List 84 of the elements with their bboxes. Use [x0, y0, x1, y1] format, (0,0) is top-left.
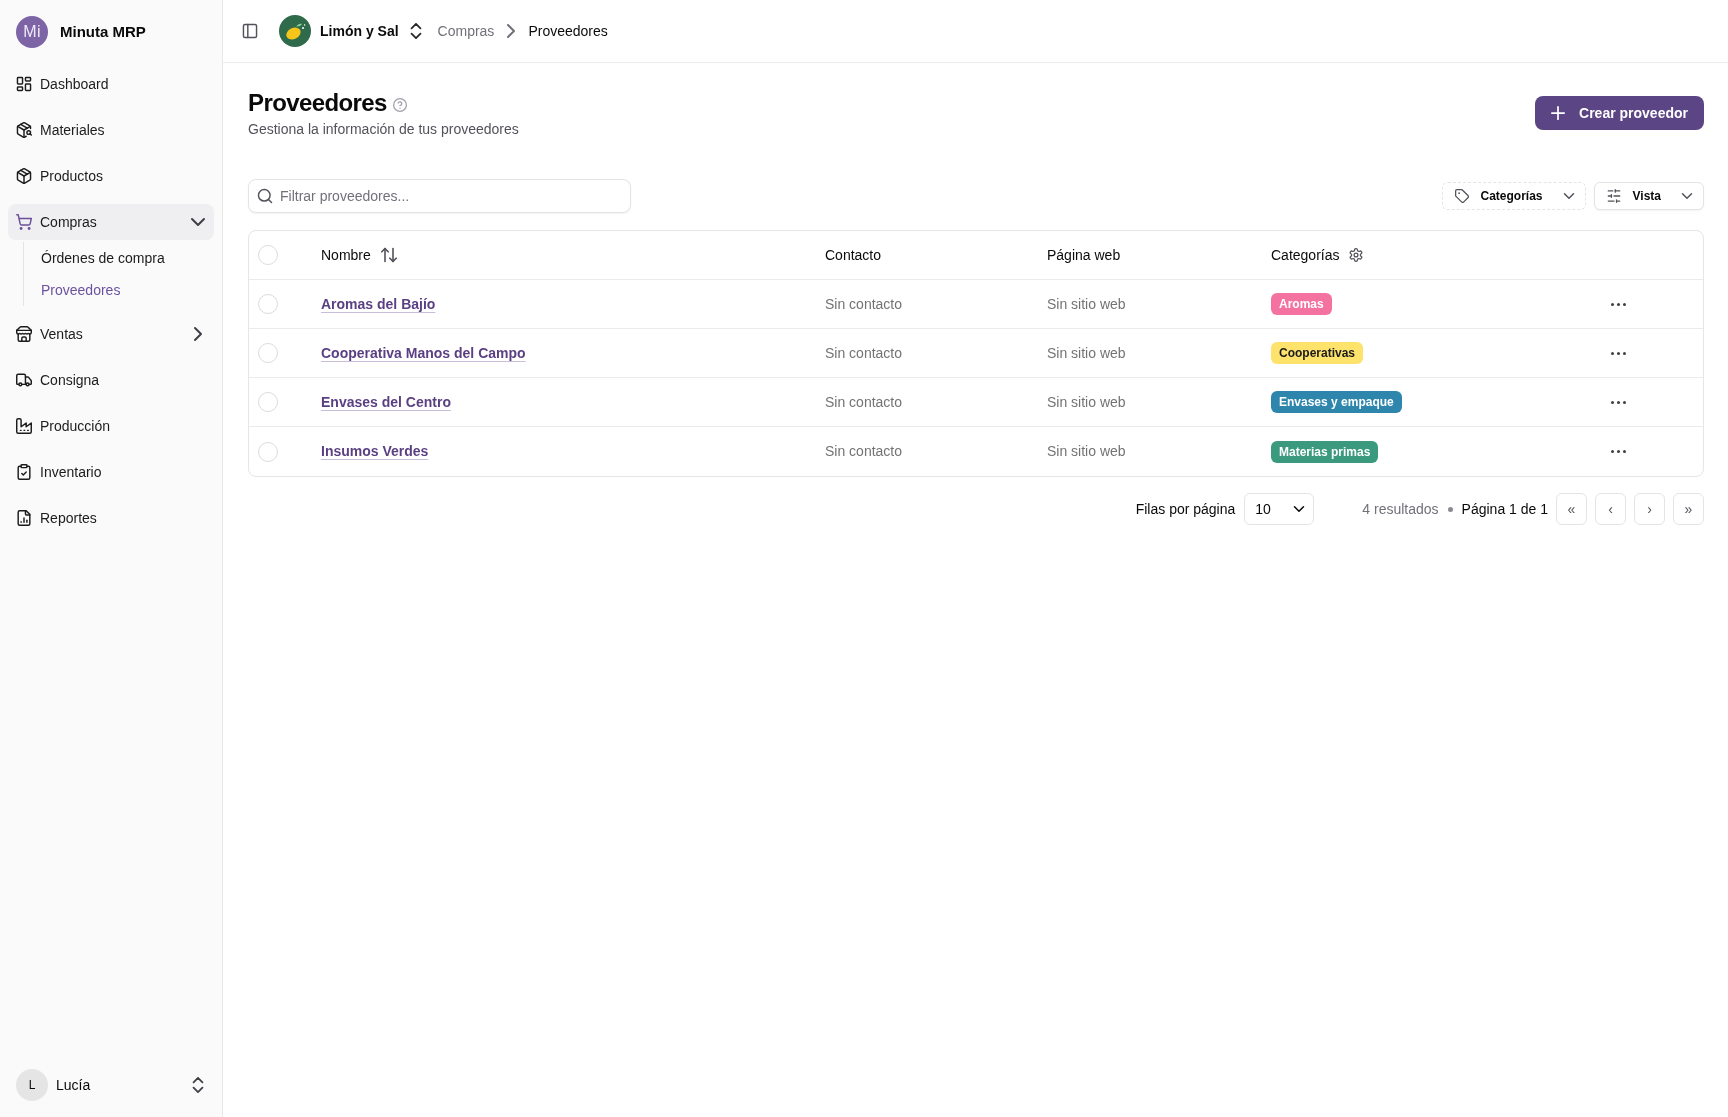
row-checkbox[interactable]: [258, 294, 278, 314]
chevron-down-icon: [1681, 190, 1693, 202]
category-tag: Aromas: [1271, 293, 1332, 315]
row-checkbox[interactable]: [258, 343, 278, 363]
settings-icon[interactable]: [1349, 248, 1364, 262]
create-button[interactable]: Crear proveedor: [1535, 96, 1704, 130]
nav-item[interactable]: Ventas: [8, 316, 214, 352]
nav-item[interactable]: Dashboard: [8, 66, 214, 102]
column-header: Categorías: [1271, 245, 1340, 265]
pagination-button[interactable]: ‹: [1595, 493, 1626, 525]
chevron-down-icon: [1562, 190, 1575, 202]
ellipsis-icon[interactable]: [1611, 351, 1626, 355]
row-checkbox[interactable]: [258, 441, 278, 462]
organization-switcher[interactable]: Limón y Sal: [279, 15, 424, 47]
clipboard-check-icon: [16, 464, 32, 480]
nav-item[interactable]: Consigna: [8, 362, 214, 398]
search-field[interactable]: Filtrar proveedores...: [248, 179, 631, 213]
supplier-link[interactable]: Aromas del Bajío: [321, 293, 436, 315]
page-indicator: Página 1 de 1: [1461, 499, 1548, 519]
chevrons-up-down-icon: [190, 1077, 206, 1093]
sliders-icon: [1606, 189, 1621, 203]
column-header: Contacto: [825, 245, 882, 265]
store-icon: [16, 326, 32, 342]
column-header: Nombre: [321, 245, 371, 265]
nav-item[interactable]: Inventario: [8, 454, 214, 490]
ellipsis-icon[interactable]: [1611, 450, 1626, 453]
table-cell-text: Sin sitio web: [1047, 392, 1126, 412]
table-cell-text: Sin contacto: [825, 343, 903, 363]
pagination-button[interactable]: »: [1673, 493, 1704, 525]
results-count: 4 resultados: [1362, 499, 1439, 519]
table-cell-text: Sin sitio web: [1047, 294, 1126, 314]
category-filter-button[interactable]: Categorías: [1441, 182, 1586, 210]
nav-item[interactable]: Producción: [8, 408, 214, 444]
factory-icon: [16, 418, 32, 434]
truck-icon: [16, 372, 32, 388]
nav-item[interactable]: Compras: [8, 204, 214, 240]
user-menu[interactable]: L Lucía: [8, 1065, 214, 1105]
rows-per-page-label: Filas por página: [1135, 499, 1236, 519]
ellipsis-icon[interactable]: [1611, 400, 1626, 404]
rows-per-page-select[interactable]: 10: [1244, 493, 1315, 525]
category-tag: Cooperativas: [1271, 342, 1364, 364]
user-avatar: L: [16, 1069, 48, 1101]
pagination-button[interactable]: «: [1556, 493, 1587, 525]
table-cell-text: Sin sitio web: [1047, 343, 1126, 363]
brand-name: Minuta MRP: [60, 21, 146, 42]
table-cell-text: Sin contacto: [825, 294, 903, 314]
chevron-right-icon: [506, 24, 517, 38]
select-all-checkbox[interactable]: [258, 245, 278, 265]
grid-icon: [16, 76, 32, 92]
box-search-icon: [16, 122, 32, 138]
breadcrumb-current: Proveedores: [528, 21, 608, 41]
view-options-button[interactable]: Vista: [1593, 182, 1704, 210]
breadcrumb-link[interactable]: Compras: [437, 20, 495, 42]
tag-icon: [1454, 189, 1469, 203]
pagination-button[interactable]: ›: [1634, 493, 1665, 525]
page-title: Proveedores: [248, 88, 387, 118]
nav-item[interactable]: Reportes: [8, 500, 214, 536]
supplier-link[interactable]: Cooperativa Manos del Campo: [321, 342, 526, 364]
plus-icon: [1551, 106, 1566, 120]
cart-icon: [16, 214, 32, 230]
category-tag: Envases y empaque: [1271, 391, 1402, 413]
table-cell-text: Sin contacto: [825, 392, 903, 412]
sort-arrows-icon[interactable]: [380, 247, 397, 263]
table-cell-text: Sin sitio web: [1047, 442, 1126, 461]
ellipsis-icon[interactable]: [1611, 302, 1626, 306]
nav-subitem[interactable]: Proveedores: [41, 274, 214, 306]
file-chart-icon: [16, 510, 32, 526]
nav-item[interactable]: Materiales: [8, 112, 214, 148]
help-icon[interactable]: [392, 98, 407, 112]
nav-item[interactable]: Productos: [8, 158, 214, 194]
chevron-down-icon: [1293, 503, 1306, 515]
category-tag: Materias primas: [1271, 440, 1379, 463]
table-cell-text: Sin contacto: [825, 442, 903, 461]
search-icon: [257, 188, 273, 204]
brand-logo: Mi: [16, 16, 48, 48]
sidebar-toggle-icon[interactable]: [242, 23, 258, 39]
lemon-logo-icon: [279, 15, 311, 47]
page-subtitle: Gestiona la información de tus proveedores: [248, 120, 519, 139]
box-icon: [16, 168, 32, 184]
supplier-link[interactable]: Envases del Centro: [321, 391, 451, 413]
supplier-link[interactable]: Insumos Verdes: [321, 441, 429, 462]
nav-subitem[interactable]: Órdenes de compra: [41, 242, 214, 274]
column-header: Página web: [1047, 245, 1121, 265]
row-checkbox[interactable]: [258, 392, 278, 412]
